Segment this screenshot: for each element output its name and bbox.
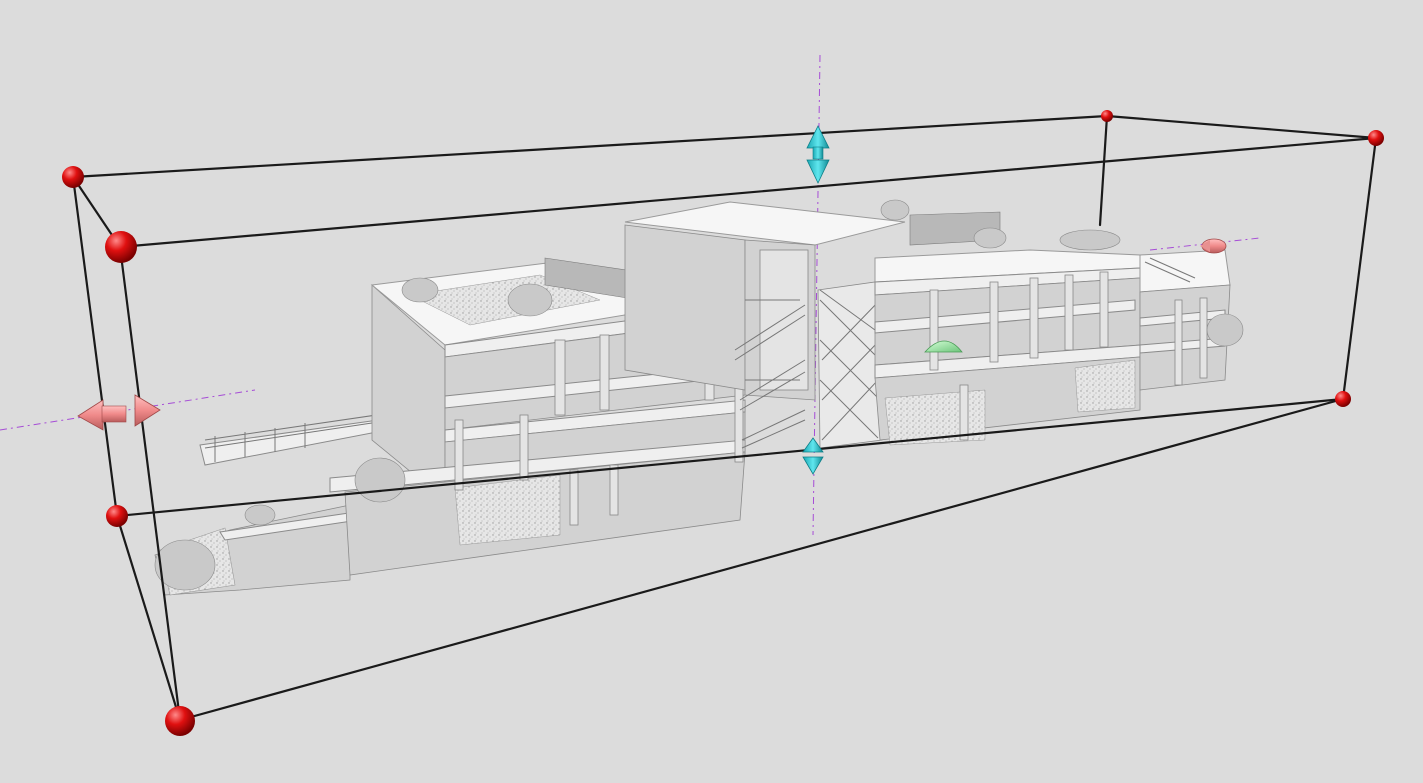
left-width-arrow-icon[interactable]: [77, 394, 161, 431]
corner-handle-top-left-front[interactable]: [105, 231, 137, 263]
building-point-cloud[interactable]: [154, 199, 1244, 596]
corner-handle-bottom-right-back[interactable]: [1335, 391, 1351, 407]
3d-viewport[interactable]: [0, 0, 1423, 783]
corner-handle-top-right-back[interactable]: [1101, 110, 1113, 122]
corner-handle-top-left-back[interactable]: [62, 166, 84, 188]
corner-handle-top-right-front[interactable]: [1368, 130, 1384, 146]
corner-handle-bottom-left-front[interactable]: [165, 706, 195, 736]
corner-handle-bottom-left-back[interactable]: [106, 505, 128, 527]
lateral-axis-line-left: [0, 389, 256, 431]
scene[interactable]: [0, 0, 1423, 783]
